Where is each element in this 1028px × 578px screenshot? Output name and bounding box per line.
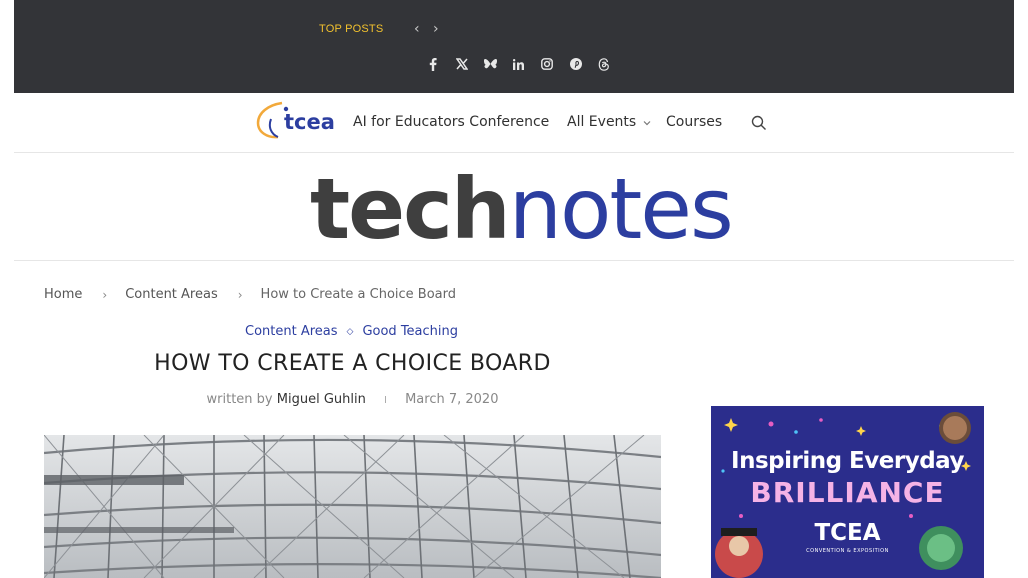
category-separator-icon: ◇ [346, 326, 354, 337]
linkedin-icon[interactable] [505, 56, 534, 72]
written-by-label: written by [206, 392, 273, 407]
ad-brilliance: BRILLIANCE [750, 476, 945, 509]
social-links [419, 56, 619, 72]
nav-ai-conference[interactable]: AI for Educators Conference [353, 114, 549, 130]
breadcrumb-current: How to Create a Choice Board [260, 287, 457, 302]
post-date: March 7, 2020 [405, 392, 499, 407]
x-twitter-icon[interactable] [448, 56, 477, 72]
meta-separator: I [383, 395, 387, 406]
next-arrow-icon[interactable]: › [433, 21, 439, 37]
tcea-convention-ad[interactable]: Inspiring Everyday BRILLIANCE TCEA CONVE… [711, 406, 984, 578]
top-bar: TOP POSTS ‹ › [14, 0, 1014, 93]
category-good-teaching[interactable]: Good Teaching [362, 324, 458, 339]
technotes-logo[interactable]: technotes [310, 160, 734, 258]
previous-arrow-icon[interactable]: ‹ [414, 21, 420, 37]
nav-all-events[interactable]: All Events [567, 114, 651, 130]
page-frame: TOP POSTS ‹ › tcea AI for Educators Conf… [14, 0, 1014, 578]
facebook-icon[interactable] [419, 56, 448, 72]
category-content-areas[interactable]: Content Areas [245, 324, 338, 339]
author-link[interactable]: Miguel Guhlin [277, 392, 366, 407]
brand-tech: tech [310, 160, 511, 258]
post-meta: written by Miguel Guhlin I March 7, 2020 [44, 392, 661, 407]
breadcrumb-separator-icon: › [237, 287, 243, 302]
instagram-icon[interactable] [533, 56, 562, 72]
nav-all-events-label: All Events [567, 114, 637, 130]
top-posts-label: TOP POSTS [319, 23, 384, 35]
featured-image [44, 435, 661, 578]
post-categories: Content Areas ◇ Good Teaching [245, 324, 458, 339]
ad-subtitle: CONVENTION & EXPOSITION [806, 548, 889, 554]
nav-courses[interactable]: Courses [666, 114, 722, 130]
breadcrumb-home[interactable]: Home [44, 287, 82, 302]
breadcrumb: Home › Content Areas › How to Create a C… [44, 287, 456, 302]
ad-tcea-brand: TCEA [814, 520, 881, 546]
masthead: technotes [14, 153, 1014, 261]
threads-icon[interactable] [590, 56, 619, 72]
breadcrumb-content-areas[interactable]: Content Areas [125, 287, 218, 302]
ad-headline: Inspiring Everyday [731, 448, 964, 474]
logo-text: tcea [284, 110, 335, 134]
search-icon[interactable] [751, 115, 767, 131]
brand-notes: notes [508, 160, 734, 258]
chevron-down-icon [640, 118, 651, 129]
main-nav: tcea AI for Educators Conference All Eve… [14, 93, 1014, 153]
post-title: HOW TO CREATE A CHOICE BOARD [154, 351, 551, 376]
bluesky-icon[interactable] [476, 56, 505, 72]
tcea-logo[interactable]: tcea [254, 99, 339, 139]
breadcrumb-separator-icon: › [102, 287, 108, 302]
pinterest-icon[interactable] [562, 56, 591, 72]
